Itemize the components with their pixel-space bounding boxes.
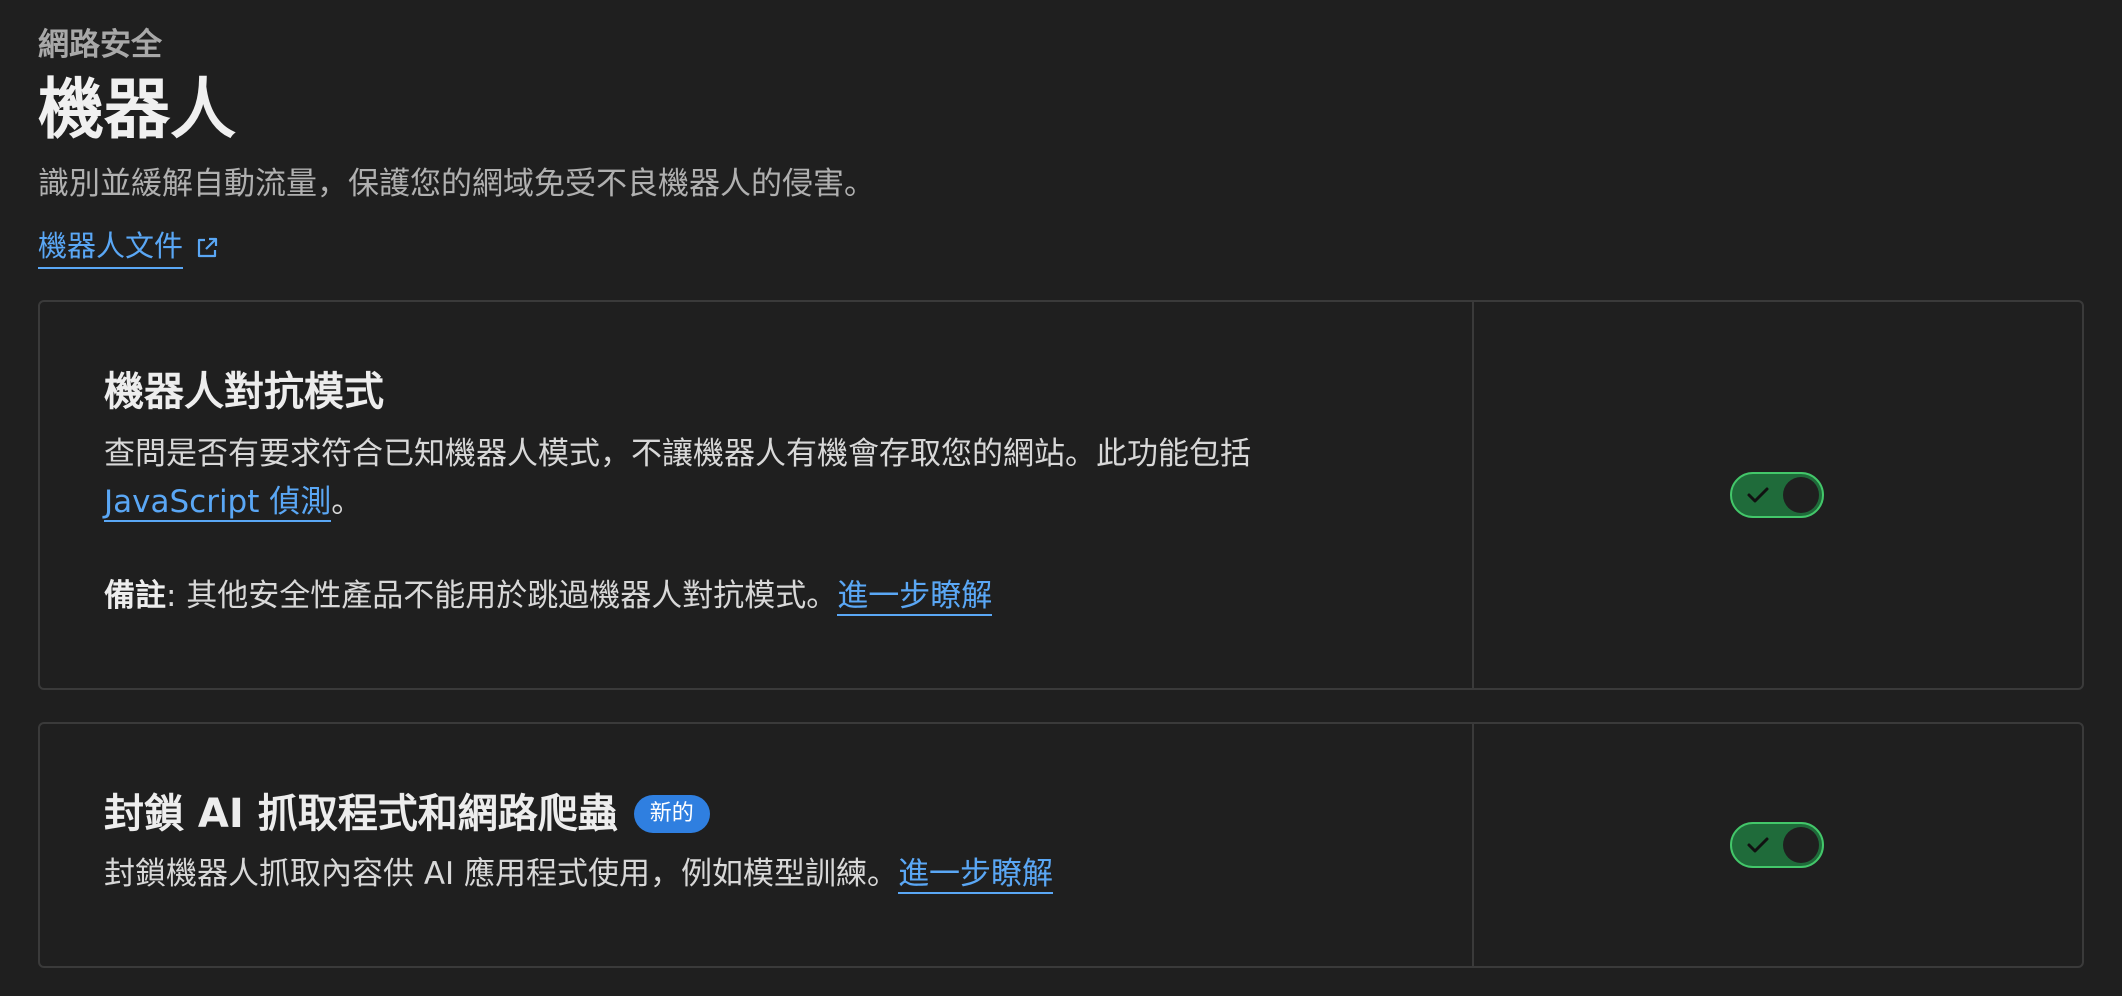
bot-fight-mode-description: 查問是否有要求符合已知機器人模式，不讓機器人有機會存取您的網站。此功能包括 Jav… [104,430,1404,526]
bot-fight-mode-title: 機器人對抗模式 [104,369,384,415]
bot-fight-mode-text: 查問是否有要求符合已知機器人模式，不讓機器人有機會存取您的網站。此功能包括 [104,436,1251,472]
check-icon [1747,487,1769,503]
block-ai-scrapers-toggle[interactable] [1730,822,1824,868]
bot-fight-mode-toggle[interactable] [1730,472,1824,518]
block-ai-scrapers-content: 封鎖 AI 抓取程式和網路爬蟲 新的 封鎖機器人抓取內容供 AI 應用程式使用，… [104,786,1404,898]
note-text: : 其他安全性產品不能用於跳過機器人對抗模式。 [166,578,838,614]
bot-fight-mode-text-end: 。 [331,484,363,520]
breadcrumb[interactable]: 網路安全 [38,24,162,66]
card-divider [1472,302,1474,688]
card-divider [1472,724,1474,966]
javascript-detections-link[interactable]: JavaScript 偵測 [104,484,332,522]
bot-fight-mode-note: 備註: 其他安全性產品不能用於跳過機器人對抗模式。進一步瞭解 [104,572,1404,620]
bot-fight-mode-content: 機器人對抗模式 查問是否有要求符合已知機器人模式，不讓機器人有機會存取您的網站。… [104,364,1404,620]
new-badge: 新的 [633,795,710,833]
bot-fight-mode-card: 機器人對抗模式 查問是否有要求符合已知機器人模式，不讓機器人有機會存取您的網站。… [38,300,2084,690]
block-ai-scrapers-description: 封鎖機器人抓取內容供 AI 應用程式使用，例如模型訓練。進一步瞭解 [104,850,1404,898]
bot-fight-learn-more-link[interactable]: 進一步瞭解 [837,578,993,616]
bots-documentation-link[interactable]: 機器人文件 [38,226,219,269]
page-title: 機器人 [38,71,236,148]
toggle-knob [1783,477,1819,513]
block-ai-scrapers-card: 封鎖 AI 抓取程式和網路爬蟲 新的 封鎖機器人抓取內容供 AI 應用程式使用，… [38,722,2084,968]
doc-link-label: 機器人文件 [38,226,184,269]
page-description: 識別並緩解自動流量，保護您的網域免受不良機器人的侵害。 [38,166,875,202]
block-ai-scrapers-title: 封鎖 AI 抓取程式和網路爬蟲 [104,791,618,837]
check-icon [1747,837,1769,853]
block-ai-learn-more-link[interactable]: 進一步瞭解 [898,856,1054,894]
toggle-knob [1783,827,1819,863]
block-ai-scrapers-text: 封鎖機器人抓取內容供 AI 應用程式使用，例如模型訓練。 [104,856,899,892]
block-ai-scrapers-title-row: 封鎖 AI 抓取程式和網路爬蟲 新的 [104,786,1404,842]
note-label: 備註 [104,578,166,614]
external-link-icon [197,237,218,257]
